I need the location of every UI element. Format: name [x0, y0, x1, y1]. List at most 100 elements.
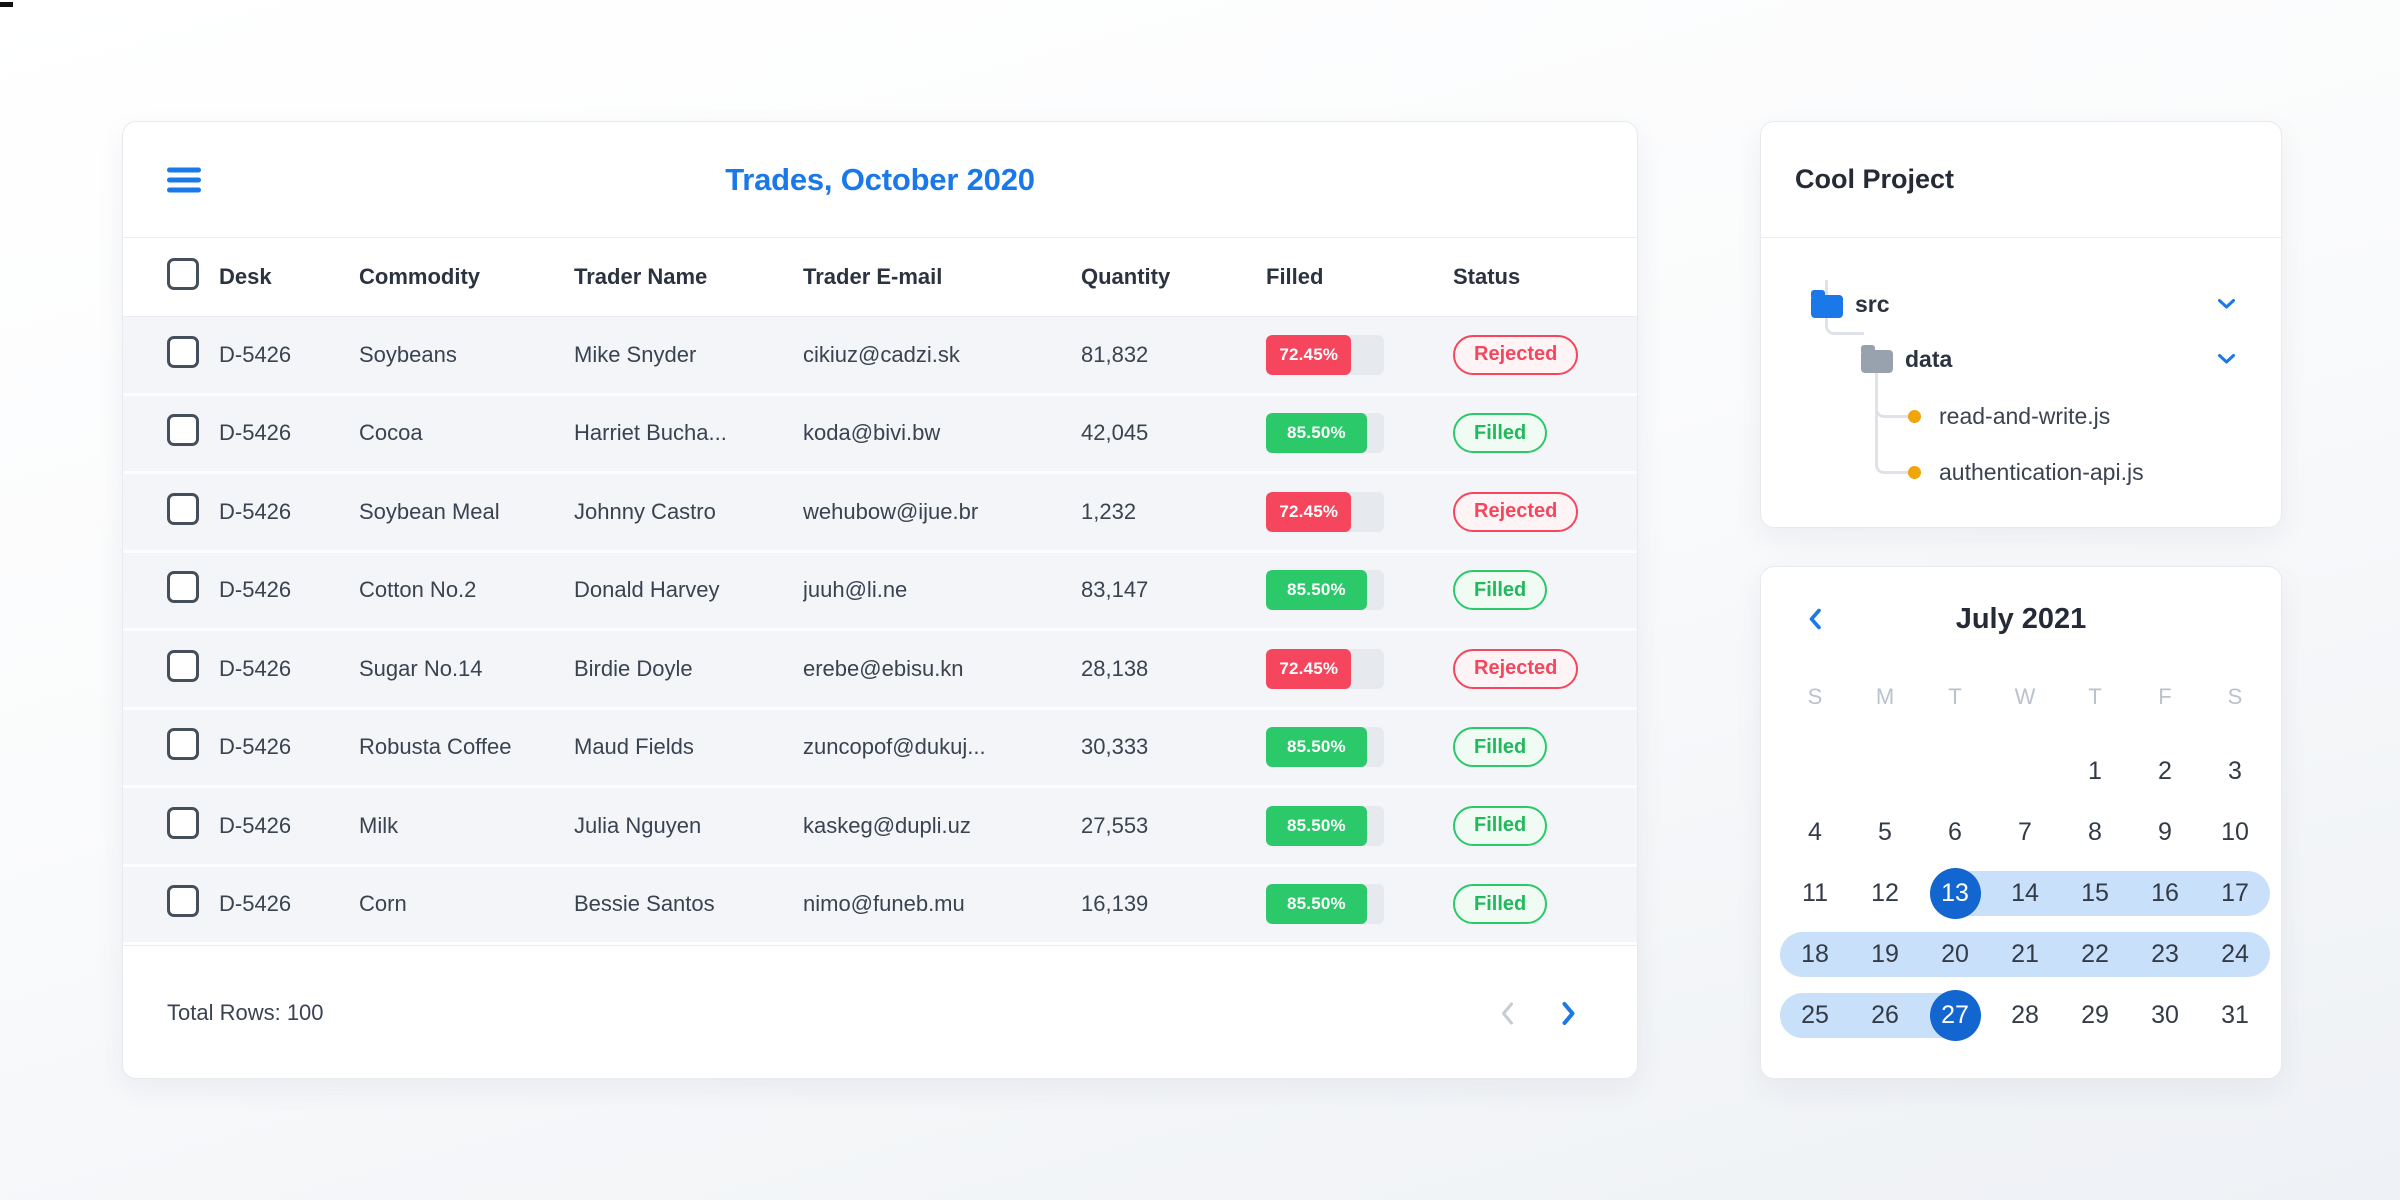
tree-file-label[interactable]: authentication-api.js: [1939, 459, 2144, 486]
column-header-desk: Desk: [219, 264, 272, 289]
calendar-day[interactable]: 25: [1780, 985, 1850, 1046]
next-page-button[interactable]: [1556, 996, 1581, 1031]
column-header-filled: Filled: [1266, 264, 1324, 289]
calendar-day[interactable]: 20: [1920, 924, 1990, 985]
tree-folder-label[interactable]: data: [1905, 346, 1952, 373]
folder-icon: [1861, 345, 1893, 373]
cell-desk: D-5426: [219, 341, 292, 367]
prev-page-button[interactable]: [1495, 996, 1520, 1031]
calendar-header: July 2021: [1761, 567, 2281, 671]
calendar-week-row: 25 26 27 28 29 30 31: [1761, 985, 2281, 1046]
total-rows-label: Total Rows: 100: [167, 1000, 324, 1025]
calendar-day[interactable]: 26: [1850, 985, 1920, 1046]
table-row: D-5426 Corn Bessie Santos nimo@funeb.mu 16,1…: [123, 866, 1637, 942]
cell-trader-name: Johnny Castro: [574, 498, 716, 524]
status-badge: Rejected: [1453, 334, 1579, 375]
chevron-left-icon: [1502, 1002, 1513, 1024]
calendar-day[interactable]: 28: [1990, 985, 2060, 1046]
calendar-week-row: 4 5 6 7 8 9 10: [1761, 802, 2281, 863]
calendar-day[interactable]: 5: [1850, 802, 1920, 863]
row-checkbox[interactable]: [167, 885, 199, 918]
filled-progress-value: 85.50%: [1266, 413, 1367, 454]
calendar-day[interactable]: 31: [2200, 985, 2270, 1046]
expand-toggle-button[interactable]: [2212, 349, 2241, 370]
calendar-day[interactable]: 22: [2060, 924, 2130, 985]
calendar-day[interactable]: 7: [1990, 802, 2060, 863]
table-row: D-5426 Milk Julia Nguyen kaskeg@dupli.uz 27,…: [123, 788, 1637, 867]
file-tree-card: Cool Project src data read-and-write.js aut…: [1760, 121, 2282, 528]
calendar-day[interactable]: 11: [1780, 863, 1850, 924]
chevron-down-icon: [2218, 299, 2235, 309]
calendar-day[interactable]: 1: [2060, 741, 2130, 802]
calendar-week-row: 123: [1761, 741, 2281, 802]
column-header-quantity: Quantity: [1081, 264, 1171, 289]
cell-commodity: Soybeans: [359, 341, 457, 367]
calendar-day[interactable]: 15: [2060, 863, 2130, 924]
calendar-day[interactable]: 4: [1780, 802, 1850, 863]
cell-trader-name: Birdie Doyle: [574, 655, 693, 681]
row-checkbox[interactable]: [167, 728, 199, 761]
cell-quantity: 1,232: [1081, 498, 1137, 524]
calendar-day[interactable]: 19: [1850, 924, 1920, 985]
filled-progress-value: 72.45%: [1266, 491, 1352, 532]
filled-progress-bar: 85.50%: [1266, 570, 1384, 611]
trades-table-card: Trades, October 2020 Desk Commodity Trad…: [122, 121, 1638, 1079]
filled-progress-bar: 85.50%: [1266, 727, 1384, 768]
cell-trader-name: Harriet Bucha...: [574, 420, 727, 446]
cell-quantity: 42,045: [1081, 420, 1149, 446]
row-checkbox[interactable]: [167, 649, 199, 682]
tree-file[interactable]: read-and-write.js: [1761, 388, 2281, 444]
column-header-trader-name: Trader Name: [574, 264, 708, 289]
corner-artifact: [0, 2, 13, 7]
weekday-label: F: [2158, 684, 2172, 709]
weekday-label: S: [1807, 684, 1823, 709]
row-checkbox[interactable]: [167, 492, 199, 525]
tree-file[interactable]: authentication-api.js: [1761, 444, 2281, 500]
file-dot-icon: [1908, 466, 1921, 479]
cell-trader-name: Bessie Santos: [574, 891, 715, 917]
weekday-label: M: [1875, 684, 1895, 709]
filled-progress-value: 85.50%: [1266, 570, 1367, 611]
cell-quantity: 83,147: [1081, 577, 1149, 603]
calendar-day[interactable]: 6: [1920, 802, 1990, 863]
calendar-weekday-row: S M T W T F S: [1780, 684, 2270, 710]
select-all-checkbox[interactable]: [167, 258, 199, 290]
row-checkbox[interactable]: [167, 571, 199, 604]
row-checkbox[interactable]: [167, 414, 199, 447]
table-row: D-5426 Soybean Meal Johnny Castro wehubow@i…: [123, 474, 1637, 553]
calendar-day[interactable]: 30: [2130, 985, 2200, 1046]
project-title: Cool Project: [1795, 164, 1955, 194]
weekday-label: S: [2227, 684, 2243, 709]
calendar-day[interactable]: 18: [1780, 924, 1850, 985]
cell-trader-email: kaskeg@dupli.uz: [803, 812, 971, 838]
table-row: D-5426 Cocoa Harriet Bucha... koda@bivi.bw 4…: [123, 395, 1637, 474]
calendar-day[interactable]: 29: [2060, 985, 2130, 1046]
calendar-day[interactable]: 13: [1920, 863, 1990, 924]
calendar-day[interactable]: 10: [2200, 802, 2270, 863]
tree-folder-label[interactable]: src: [1855, 291, 1890, 318]
calendar-day[interactable]: 3: [2200, 741, 2270, 802]
calendar-day[interactable]: 21: [1990, 924, 2060, 985]
filled-progress-bar: 85.50%: [1266, 413, 1384, 454]
calendar-day[interactable]: 8: [2060, 802, 2130, 863]
calendar-day[interactable]: 17: [2200, 863, 2270, 924]
weekday-label: W: [2014, 684, 2036, 709]
calendar-day[interactable]: 14: [1990, 863, 2060, 924]
tree-file-label[interactable]: read-and-write.js: [1939, 403, 2110, 430]
calendar-day[interactable]: 9: [2130, 802, 2200, 863]
row-checkbox[interactable]: [167, 806, 199, 839]
calendar-day[interactable]: 27: [1920, 985, 1990, 1046]
calendar-day[interactable]: 2: [2130, 741, 2200, 802]
calendar-day[interactable]: 23: [2130, 924, 2200, 985]
cell-desk: D-5426: [219, 891, 292, 917]
calendar-day[interactable]: 12: [1850, 863, 1920, 924]
expand-toggle-button[interactable]: [2212, 294, 2241, 315]
status-badge: Filled: [1453, 805, 1548, 846]
row-checkbox[interactable]: [167, 335, 199, 368]
cell-trader-email: koda@bivi.bw: [803, 420, 941, 446]
status-badge: Filled: [1453, 727, 1548, 768]
calendar-day[interactable]: 16: [2130, 863, 2200, 924]
cell-desk: D-5426: [219, 420, 292, 446]
cell-trader-name: Julia Nguyen: [574, 812, 702, 838]
calendar-day[interactable]: 24: [2200, 924, 2270, 985]
